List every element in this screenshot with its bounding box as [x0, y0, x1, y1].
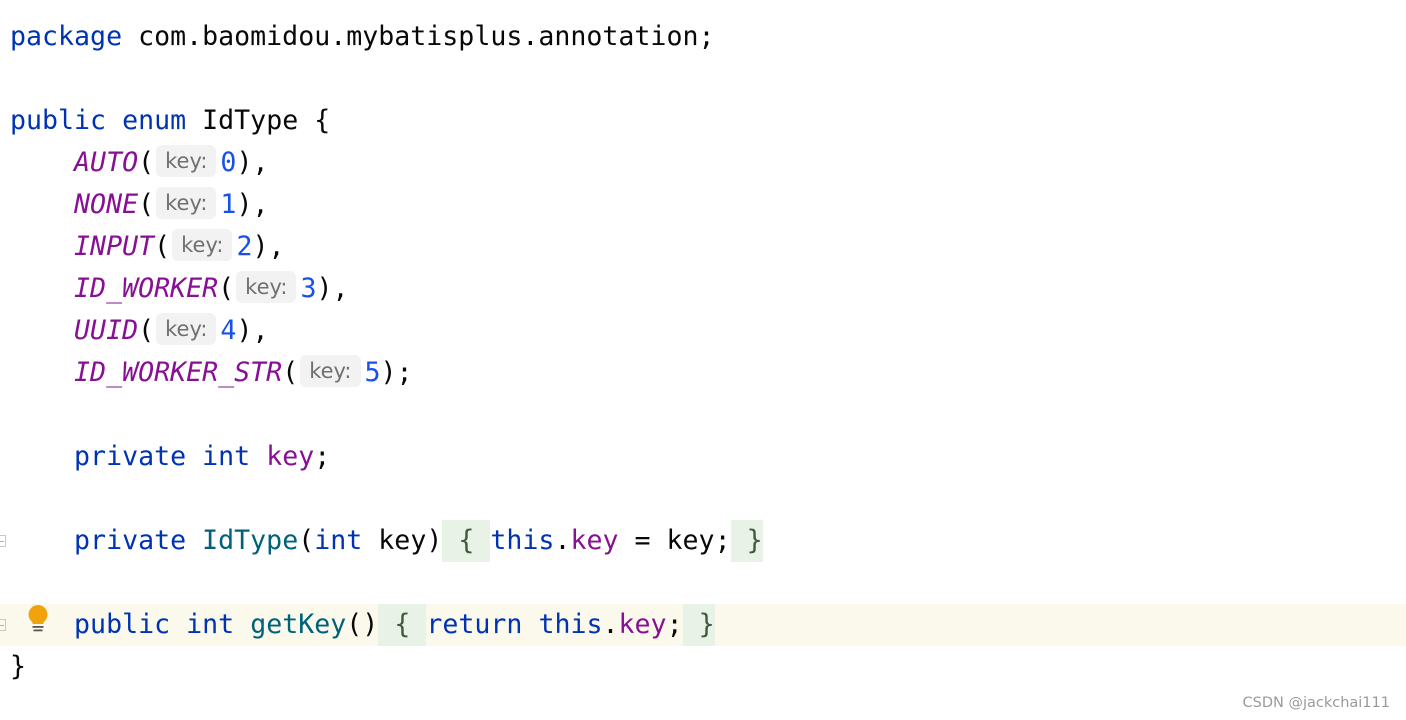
code-token: int [314, 525, 363, 556]
code-token: key) [362, 525, 443, 556]
code-token: ( [138, 147, 155, 178]
code-line[interactable] [0, 478, 1406, 520]
code-token: = key; [618, 525, 731, 556]
code-token: package [10, 21, 123, 52]
code-token: } [10, 651, 27, 682]
code-token: key [570, 525, 619, 556]
code-token: private [74, 441, 187, 472]
code-token: key [266, 441, 315, 472]
code-token: IdType { [186, 105, 331, 136]
code-line[interactable] [0, 58, 1406, 100]
code-line[interactable]: AUTO(key: 0), [0, 142, 1406, 184]
code-token: ( [154, 231, 171, 262]
code-line[interactable]: ID_WORKER(key: 3), [0, 268, 1406, 310]
code-token: com.baomidou.mybatisplus.annotation; [122, 21, 715, 52]
parameter-hint: key: [300, 354, 361, 387]
code-line[interactable]: private IdType(int key) { this.key = key… [0, 520, 1406, 562]
code-token: ); [380, 357, 413, 388]
folded-region[interactable]: } [682, 604, 715, 646]
code-line[interactable]: public int getKey() { return this.key; } [0, 604, 1406, 646]
code-token: INPUT [74, 231, 155, 262]
code-token: ), [236, 147, 269, 178]
folded-region[interactable]: { [378, 604, 427, 646]
code-token: this [490, 525, 555, 556]
code-token: int [202, 441, 251, 472]
code-token: 5 [364, 357, 381, 388]
code-token: ), [316, 273, 349, 304]
code-token: ), [252, 231, 285, 262]
code-token: ( [138, 315, 155, 346]
parameter-hint: key: [236, 270, 297, 303]
code-line[interactable] [0, 562, 1406, 604]
folded-region[interactable]: { [442, 520, 491, 562]
code-token: getKey [250, 609, 347, 640]
code-token: ( [282, 357, 299, 388]
folded-region[interactable]: } [730, 520, 763, 562]
code-token: ; [314, 441, 331, 472]
code-token: 1 [220, 189, 237, 220]
code-token: NONE [74, 189, 139, 220]
code-token: 0 [220, 147, 237, 178]
code-line[interactable]: public enum IdType { [0, 100, 1406, 142]
code-token: public [10, 105, 107, 136]
code-token: AUTO [74, 147, 139, 178]
code-token: . [602, 609, 619, 640]
code-line[interactable]: package com.baomidou.mybatisplus.annotat… [0, 16, 1406, 58]
code-token: public [74, 609, 171, 640]
code-token: UUID [74, 315, 139, 346]
code-token: 2 [236, 231, 253, 262]
code-token: IdType [202, 525, 299, 556]
intention-bulb-icon[interactable] [27, 604, 49, 636]
code-token: 4 [220, 315, 237, 346]
code-token: enum [122, 105, 187, 136]
code-token: ; [666, 609, 683, 640]
fold-toggle-icon[interactable] [0, 619, 6, 631]
code-token: () [346, 609, 379, 640]
code-line[interactable]: private int key; [0, 436, 1406, 478]
parameter-hint: key: [156, 186, 217, 219]
code-line[interactable]: UUID(key: 4), [0, 310, 1406, 352]
code-token: ID_WORKER [74, 273, 219, 304]
code-token: key [618, 609, 667, 640]
code-token: ( [218, 273, 235, 304]
code-line[interactable]: INPUT(key: 2), [0, 226, 1406, 268]
parameter-hint: key: [156, 312, 217, 345]
code-token: return [426, 609, 523, 640]
code-token: int [186, 609, 235, 640]
code-line[interactable] [0, 394, 1406, 436]
code-line[interactable]: ID_WORKER_STR(key: 5); [0, 352, 1406, 394]
code-token: this [538, 609, 603, 640]
code-token: . [554, 525, 571, 556]
code-token: ), [236, 315, 269, 346]
code-token: ( [298, 525, 315, 556]
fold-toggle-icon[interactable] [0, 535, 6, 547]
parameter-hint: key: [172, 228, 233, 261]
code-token: 3 [300, 273, 317, 304]
code-line[interactable]: NONE(key: 1), [0, 184, 1406, 226]
parameter-hint: key: [156, 144, 217, 177]
watermark: CSDN @jackchai111 [1242, 695, 1391, 711]
code-token: ), [236, 189, 269, 220]
code-token: private [74, 525, 187, 556]
code-line[interactable]: } [0, 646, 1406, 688]
code-token: ( [138, 189, 155, 220]
code-token: ID_WORKER_STR [74, 357, 283, 388]
code-editor[interactable]: package com.baomidou.mybatisplus.annotat… [0, 16, 1406, 688]
